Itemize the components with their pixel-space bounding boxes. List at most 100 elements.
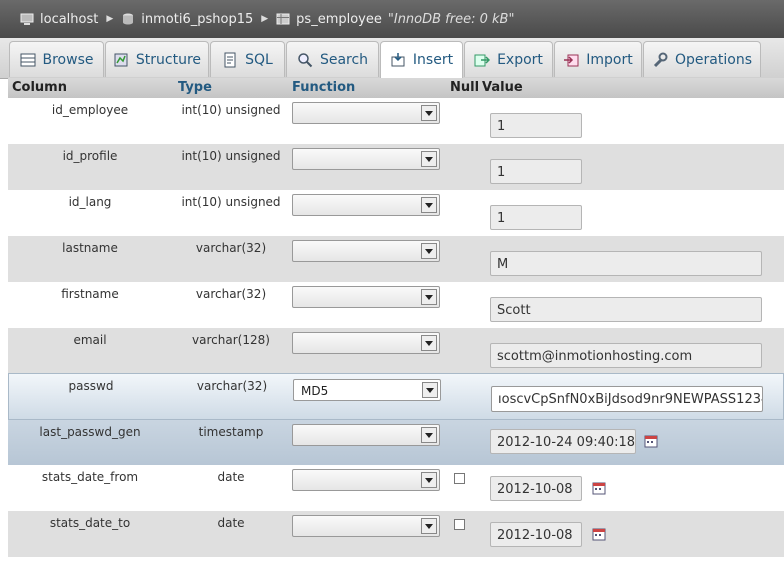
calendar-icon[interactable] bbox=[644, 434, 658, 448]
table-row-partial bbox=[8, 557, 784, 567]
sql-icon bbox=[224, 52, 236, 67]
header-null: Null bbox=[450, 80, 480, 95]
value-input[interactable]: scottm@inmotionhosting.com bbox=[490, 343, 762, 368]
column-type: timestamp bbox=[198, 425, 264, 439]
function-select[interactable]: MD5 bbox=[293, 379, 441, 401]
chevron-down-icon bbox=[421, 472, 437, 488]
header-type[interactable]: Type bbox=[178, 80, 212, 95]
tab-insert-label: Insert bbox=[412, 52, 454, 68]
chevron-down-icon bbox=[421, 518, 437, 534]
value-input[interactable]: 2012-10-24 09:40:18 bbox=[490, 429, 636, 454]
tab-browse[interactable]: Browse bbox=[9, 41, 104, 77]
wrench-icon bbox=[653, 52, 668, 67]
breadcrumb-table-label: ps_employee bbox=[296, 11, 382, 27]
column-type: int(10) unsigned bbox=[181, 149, 281, 163]
table-row: id_profile int(10) unsigned 1 bbox=[8, 144, 784, 190]
browse-icon bbox=[20, 53, 35, 66]
breadcrumb-table[interactable]: ps_employee bbox=[276, 12, 382, 27]
function-select[interactable] bbox=[292, 148, 440, 170]
breadcrumb-server-label: localhost bbox=[40, 11, 99, 27]
export-icon bbox=[474, 54, 491, 66]
column-name: email bbox=[73, 333, 107, 347]
column-name: lastname bbox=[62, 241, 118, 255]
column-name: firstname bbox=[61, 287, 119, 301]
column-type: date bbox=[217, 470, 245, 484]
chevron-down-icon bbox=[421, 427, 437, 443]
value-input[interactable]: 2012-10-08 bbox=[490, 476, 582, 501]
table-row: id_lang int(10) unsigned 1 bbox=[8, 190, 784, 236]
tab-structure-label: Structure bbox=[135, 51, 202, 68]
column-type: int(10) unsigned bbox=[181, 195, 281, 209]
calendar-icon[interactable] bbox=[592, 481, 606, 495]
tab-import[interactable]: Import bbox=[554, 41, 642, 77]
chevron-down-icon bbox=[422, 382, 438, 398]
tab-operations-label: Operations bbox=[675, 51, 752, 68]
column-name: passwd bbox=[68, 379, 114, 393]
tab-sql[interactable]: SQL bbox=[210, 41, 285, 77]
header-function[interactable]: Function bbox=[292, 80, 355, 95]
null-checkbox[interactable] bbox=[454, 519, 465, 530]
calendar-icon[interactable] bbox=[592, 527, 606, 541]
table-row: email varchar(128) scottm@inmotionhostin… bbox=[8, 328, 784, 374]
search-icon bbox=[298, 52, 313, 67]
breadcrumb: localhost ▶ inmoti6_pshop15 ▶ ps_employe… bbox=[0, 0, 784, 38]
table-row: stats_date_from date 2012-10-08 bbox=[8, 465, 784, 511]
function-select[interactable] bbox=[292, 286, 440, 308]
tab-search-label: Search bbox=[319, 51, 369, 68]
tab-export-label: Export bbox=[497, 51, 543, 68]
column-type: int(10) unsigned bbox=[181, 103, 281, 117]
table-icon bbox=[276, 13, 290, 25]
function-select[interactable] bbox=[292, 332, 440, 354]
column-name: stats_date_to bbox=[49, 516, 131, 530]
null-checkbox[interactable] bbox=[454, 473, 465, 484]
value-input[interactable]: Scott bbox=[490, 297, 762, 322]
breadcrumb-database[interactable]: inmoti6_pshop15 bbox=[121, 12, 253, 27]
value-input[interactable]: 1 bbox=[490, 159, 582, 184]
column-type: varchar(32) bbox=[195, 287, 267, 301]
tab-search[interactable]: Search bbox=[286, 41, 379, 77]
tab-insert[interactable]: Insert bbox=[380, 41, 463, 78]
table-engine-note: "InnoDB free: 0 kB" bbox=[387, 11, 515, 27]
header-column: Column bbox=[12, 80, 67, 95]
function-select[interactable] bbox=[292, 515, 440, 537]
tab-bar: Browse Structure SQL Search Insert Expor… bbox=[0, 38, 784, 79]
header-value: Value bbox=[482, 80, 523, 95]
column-name: last_passwd_gen bbox=[39, 425, 141, 439]
chevron-down-icon bbox=[421, 335, 437, 351]
breadcrumb-separator-icon: ▶ bbox=[106, 14, 114, 24]
function-select[interactable] bbox=[292, 194, 440, 216]
column-name: stats_date_from bbox=[41, 470, 139, 484]
value-input[interactable]: 1 bbox=[490, 113, 582, 138]
value-input[interactable]: 1 bbox=[490, 205, 582, 230]
table-row: id_employee int(10) unsigned 1 bbox=[8, 98, 784, 144]
tab-export[interactable]: Export bbox=[464, 41, 553, 77]
value-input[interactable]: 2012-10-08 bbox=[490, 522, 582, 547]
breadcrumb-separator-icon: ▶ bbox=[261, 14, 269, 24]
function-select[interactable] bbox=[292, 102, 440, 124]
database-icon bbox=[123, 13, 134, 25]
tab-structure[interactable]: Structure bbox=[105, 41, 209, 77]
breadcrumb-server[interactable]: localhost bbox=[20, 12, 98, 27]
breadcrumb-database-label: inmoti6_pshop15 bbox=[141, 11, 254, 27]
chevron-down-icon bbox=[421, 289, 437, 305]
password-input[interactable]: ıoscvCpSnfN0xBiJdsod9nr9NEWPASS1234 bbox=[491, 386, 763, 412]
import-icon bbox=[564, 54, 579, 66]
function-select-value: MD5 bbox=[301, 384, 329, 398]
column-type: date bbox=[217, 516, 245, 530]
tab-browse-label: Browse bbox=[42, 51, 94, 68]
value-input[interactable]: M bbox=[490, 251, 762, 276]
structure-icon bbox=[114, 53, 128, 66]
function-select[interactable] bbox=[292, 424, 440, 446]
table-row: last_passwd_gen timestamp 2012-10-24 09:… bbox=[8, 420, 784, 465]
chevron-down-icon bbox=[421, 243, 437, 259]
chevron-down-icon bbox=[421, 151, 437, 167]
tab-import-label: Import bbox=[586, 51, 633, 68]
function-select[interactable] bbox=[292, 469, 440, 491]
column-name: id_profile bbox=[62, 149, 118, 163]
column-type: varchar(128) bbox=[192, 333, 270, 347]
column-name: id_lang bbox=[68, 195, 112, 209]
function-select[interactable] bbox=[292, 240, 440, 262]
tab-operations[interactable]: Operations bbox=[643, 41, 761, 77]
table-row: firstname varchar(32) Scott bbox=[8, 282, 784, 328]
server-icon bbox=[20, 13, 34, 25]
